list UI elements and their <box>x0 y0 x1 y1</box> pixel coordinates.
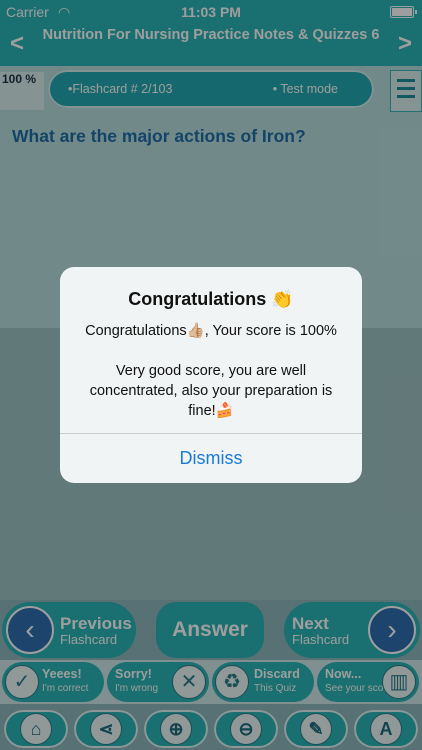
congratulations-alert: Congratulations 👏 Congratulations👍🏼, You… <box>60 267 362 483</box>
alert-spacer <box>74 341 348 361</box>
alert-message: Congratulations👍🏼, Your score is 100% Ve… <box>74 321 348 421</box>
modal-overlay: Congratulations 👏 Congratulations👍🏼, You… <box>0 0 422 750</box>
alert-title: Congratulations 👏 <box>128 289 294 309</box>
alert-score-line: Congratulations👍🏼, Your score is 100% <box>85 323 337 339</box>
dismiss-button[interactable]: Dismiss <box>60 434 362 483</box>
alert-feedback-line: Very good score, you are well concentrat… <box>89 363 333 419</box>
